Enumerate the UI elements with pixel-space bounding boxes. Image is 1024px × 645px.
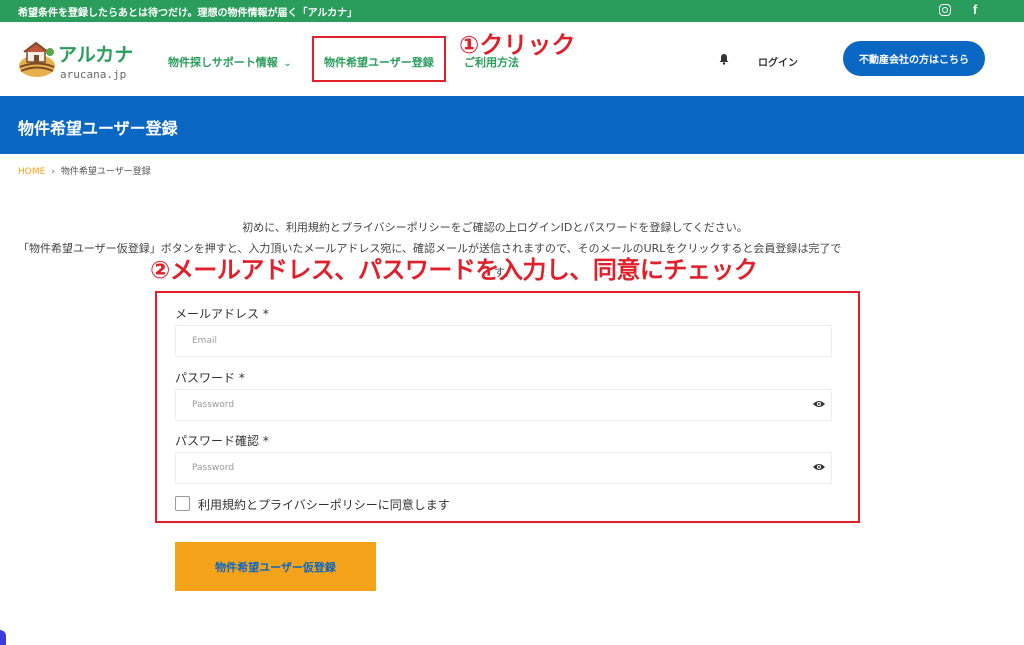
breadcrumb-separator-icon: › — [51, 167, 55, 177]
intro-line-1: 初めに、利用規約とプライバシーポリシーをご確認の上ログインIDとパスワードを登録… — [242, 221, 748, 234]
agree-label[interactable]: 利用規約とプライバシーポリシーに同意します — [198, 496, 450, 513]
site-logo[interactable]: アルカナ arucana.jp — [18, 38, 138, 88]
topbar-tagline: 希望条件を登録したらあとは待つだけ。理想の物件情報が届く「アルカナ」 — [18, 8, 358, 19]
house-logo-icon — [19, 41, 55, 77]
password-confirm-input[interactable] — [175, 452, 832, 484]
annotation-step2: ②メールアドレス、パスワードを入力し、同意にチェック — [150, 256, 758, 284]
breadcrumb-home[interactable]: HOME — [18, 167, 45, 177]
page-title: 物件希望ユーザー登録 — [18, 119, 178, 138]
password-input[interactable] — [175, 389, 832, 421]
password-confirm-label: パスワード確認 * — [175, 434, 269, 448]
annotation-step1: ①クリック — [459, 31, 576, 59]
login-link[interactable]: ログイン — [758, 54, 798, 69]
page-title-banner: 物件希望ユーザー登録 — [0, 96, 1024, 154]
annotation-highlight-nav — [312, 36, 446, 82]
breadcrumb: HOME › 物件希望ユーザー登録 — [18, 164, 151, 177]
email-input[interactable] — [175, 325, 832, 357]
breadcrumb-current: 物件希望ユーザー登録 — [60, 167, 151, 177]
eye-icon[interactable] — [812, 462, 826, 472]
nav-support-info[interactable]: 物件探しサポート情報 ⌄ — [168, 54, 291, 70]
instagram-icon[interactable] — [938, 3, 952, 17]
bell-icon[interactable] — [718, 53, 730, 65]
facebook-icon[interactable]: f — [968, 3, 982, 17]
top-announcement-bar: 希望条件を登録したらあとは待つだけ。理想の物件情報が届く「アルカナ」 f — [0, 0, 1024, 22]
corner-widget-tab[interactable] — [0, 630, 6, 645]
logo-text: アルカナ — [58, 44, 134, 66]
password-label: パスワード * — [175, 371, 245, 385]
agree-checkbox[interactable] — [175, 496, 190, 511]
real-estate-company-button[interactable]: 不動産会社の方はこちら — [843, 41, 985, 76]
chevron-down-icon: ⌄ — [283, 59, 292, 69]
provisional-register-button[interactable]: 物件希望ユーザー仮登録 — [175, 542, 376, 591]
logo-domain: arucana.jp — [60, 68, 127, 81]
email-label: メールアドレス * — [175, 307, 269, 321]
eye-icon[interactable] — [812, 399, 826, 409]
